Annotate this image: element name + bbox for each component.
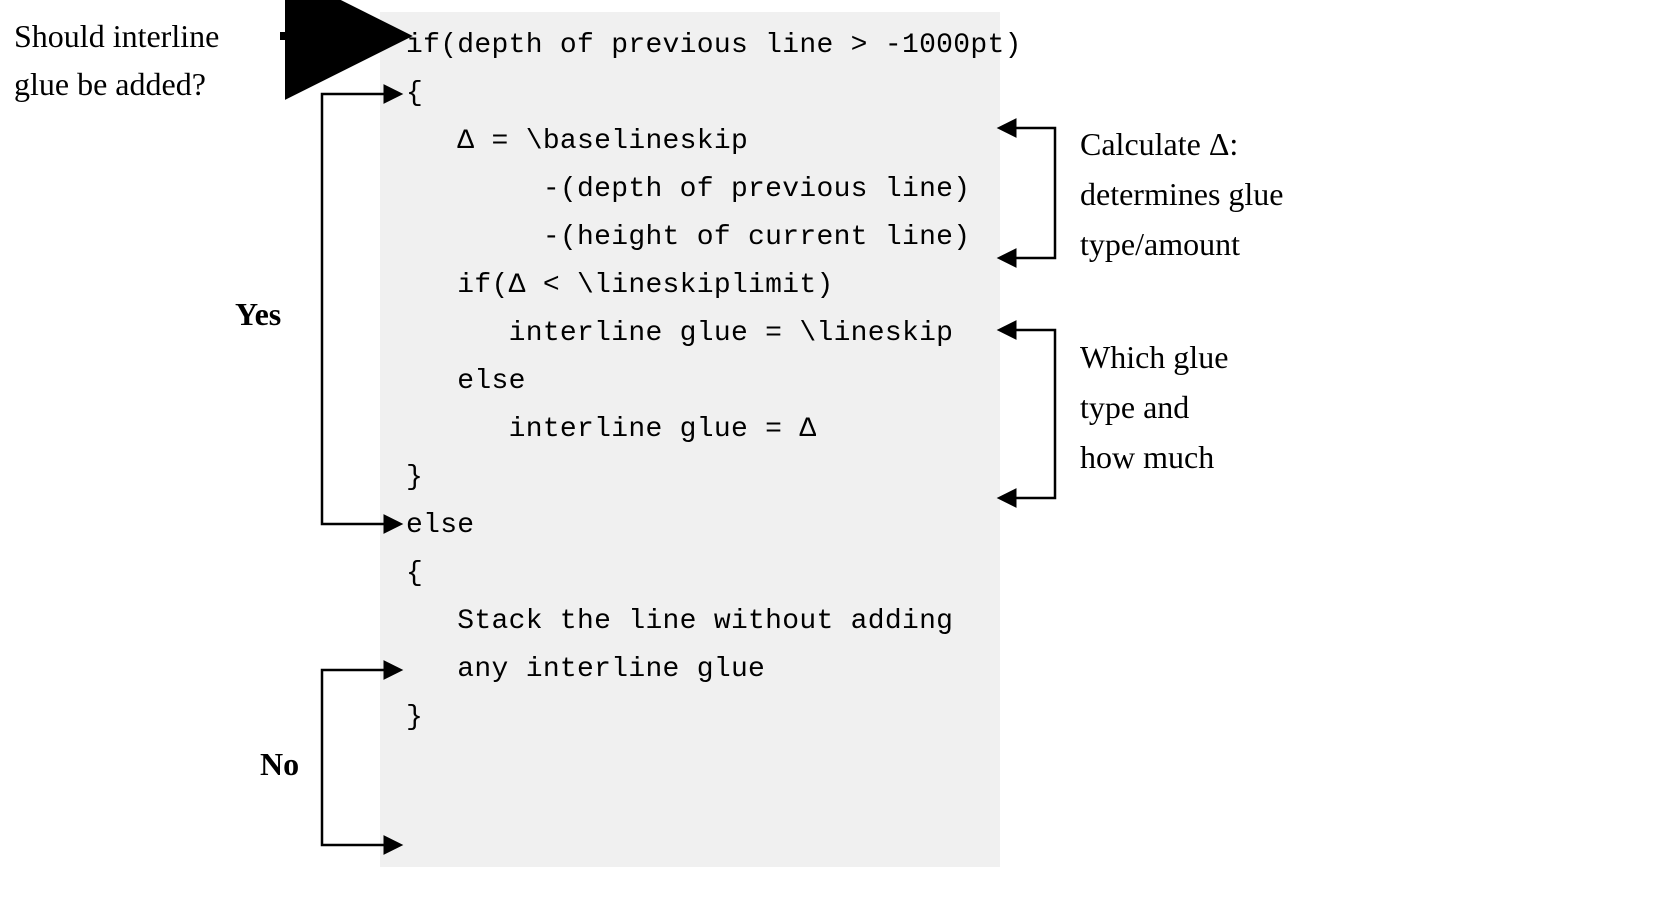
code-line-04: -(depth of previous line) — [406, 166, 982, 214]
no-label: No — [260, 742, 299, 786]
which-label-line2: type and — [1080, 385, 1189, 429]
code-line-03: Δ = \baselineskip — [406, 118, 982, 166]
bracket-which-glue — [1000, 330, 1055, 498]
code-line-02: { — [406, 70, 982, 118]
code-line-15: Stack the line without adding — [406, 598, 982, 646]
code-line-10: interline glue = Δ — [406, 406, 982, 454]
which-label-line3: how much — [1080, 435, 1214, 479]
code-line-16: any interline glue — [406, 646, 982, 694]
yes-label: Yes — [235, 292, 281, 336]
calc-label-line1: Calculate Δ: — [1080, 122, 1238, 166]
calc-label-line2: determines glue — [1080, 172, 1283, 216]
code-line-13: else — [406, 502, 982, 550]
diagram-canvas: if(depth of previous line > -1000pt) { Δ… — [0, 0, 1664, 903]
code-line-01: if(depth of previous line > -1000pt) — [406, 22, 982, 70]
bracket-calc-delta — [1000, 128, 1055, 258]
question-label-line2: glue be added? — [14, 62, 206, 106]
code-line-05: -(height of current line) — [406, 214, 982, 262]
code-line-07: if(Δ < \lineskiplimit) — [406, 262, 982, 310]
code-line-17: } — [406, 694, 982, 742]
which-label-line1: Which glue — [1080, 335, 1228, 379]
code-box: if(depth of previous line > -1000pt) { Δ… — [380, 12, 1000, 867]
code-line-14: { — [406, 550, 982, 598]
question-label-line1: Should interline — [14, 14, 219, 58]
calc-label-line3: type/amount — [1080, 222, 1240, 266]
code-line-11: } — [406, 454, 982, 502]
code-line-08: interline glue = \lineskip — [406, 310, 982, 358]
code-line-09: else — [406, 358, 982, 406]
